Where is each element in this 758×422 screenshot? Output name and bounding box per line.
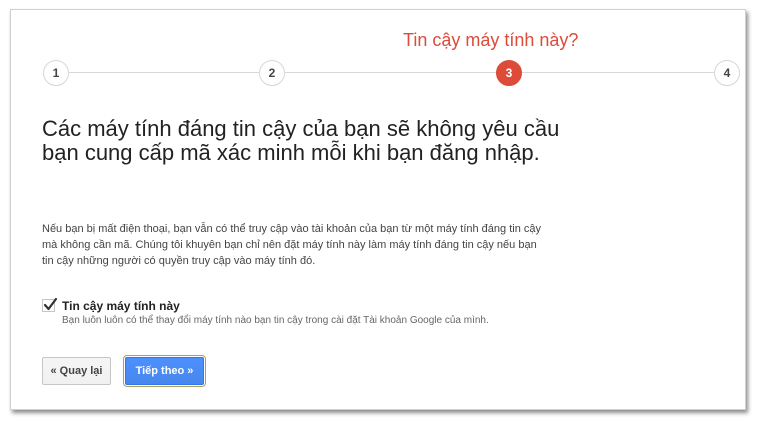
stepper-connector <box>285 72 496 73</box>
dialog-frame <box>10 9 746 410</box>
stepper-connector <box>522 72 714 73</box>
trust-computer-label[interactable]: Tin cậy máy tính này <box>62 299 180 313</box>
step-3-indicator: 3 <box>496 60 522 86</box>
next-button[interactable]: Tiếp theo » <box>123 355 206 387</box>
back-button[interactable]: « Quay lại <box>42 357 111 385</box>
checkmark-icon <box>43 297 58 311</box>
trust-computer-checkbox[interactable] <box>42 297 58 312</box>
trust-computer-hint: Bạn luôn luôn có thể thay đổi máy tính n… <box>62 315 489 326</box>
page-heading: Các máy tính đáng tin cậy của bạn sẽ khô… <box>42 116 560 165</box>
stepper-connector <box>69 72 259 73</box>
description-text: Nếu bạn bị mất điện thoại, bạn vẫn có th… <box>42 223 542 267</box>
current-step-title: Tin cậy máy tính này? <box>403 30 579 50</box>
step-2-indicator: 2 <box>259 60 285 86</box>
step-1-indicator: 1 <box>43 60 69 86</box>
step-4-indicator: 4 <box>714 60 740 86</box>
